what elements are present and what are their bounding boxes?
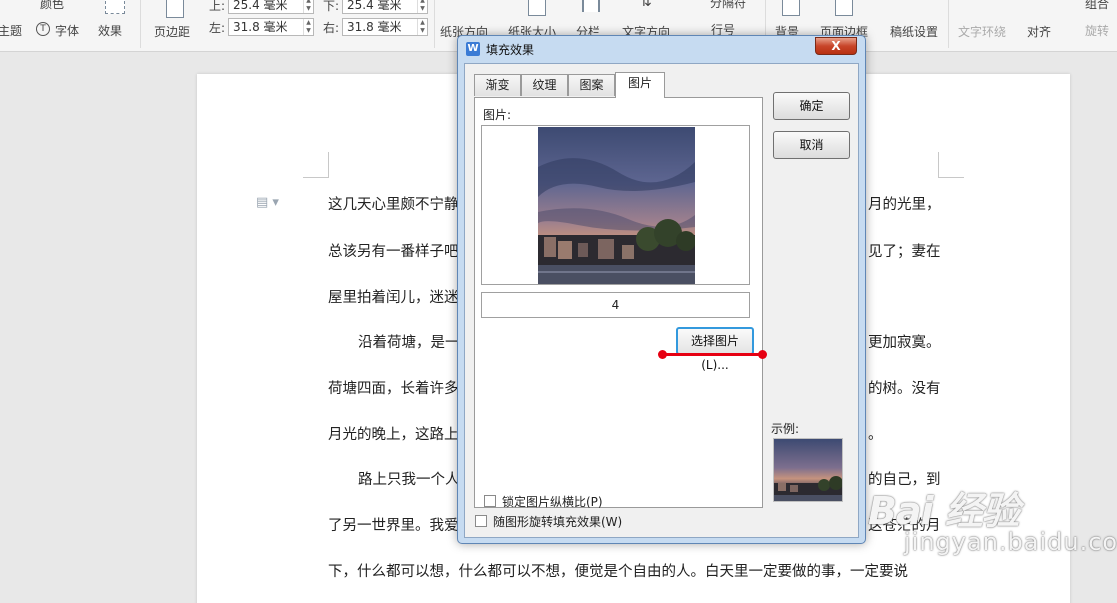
- right-margin-label: 右:: [323, 21, 340, 35]
- left-margin-label: 左:: [209, 21, 226, 35]
- rotate-fill-checkbox[interactable]: [475, 515, 487, 527]
- top-margin-label: 上:: [209, 0, 226, 13]
- doc-line: 月光的晚上，这路上: [328, 427, 459, 443]
- margin-button[interactable]: 页边距: [154, 23, 190, 40]
- doc-line: 更加寂寞。: [868, 335, 941, 351]
- margin-icon: [166, 0, 184, 18]
- cancel-button[interactable]: 取消: [773, 131, 850, 159]
- wps-writer-icon: W: [466, 42, 480, 56]
- doc-line: 屋里拍着闰儿，迷迷: [328, 290, 459, 306]
- text-direction-icon: ⇅: [640, 0, 652, 10]
- effect-button[interactable]: 效果: [98, 22, 122, 39]
- doc-line: 总该另有一番样子吧: [328, 244, 459, 260]
- tab-pattern[interactable]: 图案: [568, 74, 615, 96]
- paper-size-icon: [528, 0, 546, 16]
- tab-gradient[interactable]: 渐变: [474, 74, 521, 96]
- doc-line: 月的光里，: [868, 197, 941, 213]
- select-picture-button[interactable]: 选择图片(L)...: [676, 327, 754, 372]
- theme-button[interactable]: 主题: [0, 22, 22, 39]
- color-button[interactable]: 颜色: [40, 0, 64, 12]
- margin-corner-mark: [303, 152, 329, 178]
- top-margin-value: 25.4 毫米: [233, 0, 288, 12]
- font-button[interactable]: 字体: [55, 22, 79, 39]
- landscape-photo: [538, 127, 695, 284]
- spin-arrows-icon[interactable]: ▲ ▼: [303, 19, 313, 35]
- dialog-body: 渐变 纹理 图案 图片 图片: 4 选择图片(L)... 锁定图片纵横比(P) …: [464, 63, 859, 538]
- fill-effect-dialog: W 填充效果 X 渐变 纹理 图案 图片 图片: 4 选择图片(L)... 锁定…: [457, 35, 866, 544]
- doc-line: 路上只我一个人: [358, 472, 460, 488]
- ribbon-separator: [948, 0, 949, 48]
- separator-button[interactable]: 分隔符: [710, 0, 746, 11]
- ok-button[interactable]: 确定: [773, 92, 850, 120]
- grid-paper-button[interactable]: 稿纸设置: [890, 23, 938, 40]
- text-wrap-button[interactable]: 文字环绕: [958, 23, 1006, 40]
- align-button[interactable]: 对齐: [1027, 23, 1051, 40]
- ribbon-separator: [140, 0, 141, 48]
- top-margin-input[interactable]: 25.4 毫米 ▲ ▼: [228, 0, 314, 14]
- lock-ratio-label: 锁定图片纵横比(P): [502, 495, 603, 509]
- lock-ratio-checkbox[interactable]: [484, 495, 496, 507]
- page-border-icon: [835, 0, 853, 16]
- ribbon-separator: [434, 0, 435, 48]
- font-icon: T: [36, 22, 50, 36]
- left-margin-input[interactable]: 31.8 毫米 ▲ ▼: [228, 18, 314, 36]
- watermark-url: jingyan.baidu.com: [904, 528, 1117, 556]
- bottom-margin-label: 下:: [323, 0, 340, 13]
- bottom-margin-value: 25.4 毫米: [347, 0, 402, 12]
- doc-line: 这几天心里颇不宁静: [328, 197, 459, 213]
- bottom-margin-input[interactable]: 25.4 毫米 ▲ ▼: [342, 0, 428, 14]
- right-margin-input[interactable]: 31.8 毫米 ▲ ▼: [342, 18, 428, 36]
- margin-corner-mark: [938, 152, 964, 178]
- right-margin-value: 31.8 毫米: [347, 20, 402, 34]
- doc-line: 。: [868, 427, 883, 443]
- doc-line: 了另一世界里。我爱: [328, 518, 459, 534]
- sample-preview: [773, 438, 843, 502]
- paragraph-icon[interactable]: ▤ ▾: [256, 195, 279, 210]
- picture-label: 图片:: [483, 108, 512, 122]
- doc-line: 荷塘四面，长着许多: [328, 381, 459, 397]
- tab-picture[interactable]: 图片: [615, 72, 665, 98]
- picture-preview: [481, 125, 750, 285]
- spin-arrows-icon[interactable]: ▲ ▼: [303, 0, 313, 13]
- dialog-title: 填充效果: [486, 43, 535, 57]
- effect-icon: [105, 0, 125, 14]
- doc-line: 下，什么都可以想，什么都可以不想，便觉是个自由的人。白天里一定要做的事，一定要说: [328, 564, 908, 580]
- columns-icon: [582, 0, 600, 12]
- annotation-underline: [662, 353, 764, 356]
- close-button[interactable]: X: [815, 37, 857, 55]
- sample-label: 示例:: [771, 422, 800, 436]
- watermark-main: Bai 经验: [868, 489, 1020, 533]
- annotation-dot: [758, 350, 767, 359]
- rotate-button[interactable]: 旋转: [1085, 22, 1109, 39]
- picture-tab-panel: 图片: 4 选择图片(L)... 锁定图片纵横比(P): [474, 97, 763, 509]
- close-icon: X: [831, 39, 841, 53]
- spin-arrows-icon[interactable]: ▲ ▼: [417, 0, 427, 13]
- doc-line: 的树。没有: [868, 381, 941, 397]
- doc-line: 沿着荷塘，是一: [358, 335, 460, 351]
- picture-name-field: 4: [481, 292, 750, 318]
- spin-arrows-icon[interactable]: ▲ ▼: [417, 19, 427, 35]
- left-margin-value: 31.8 毫米: [233, 20, 288, 34]
- doc-line: 见了；妻在: [868, 244, 941, 260]
- rotate-fill-label: 随图形旋转填充效果(W): [493, 515, 623, 529]
- annotation-dot: [658, 350, 667, 359]
- tab-texture[interactable]: 纹理: [521, 74, 568, 96]
- group-button[interactable]: 组合: [1085, 0, 1109, 12]
- background-icon: [782, 0, 800, 16]
